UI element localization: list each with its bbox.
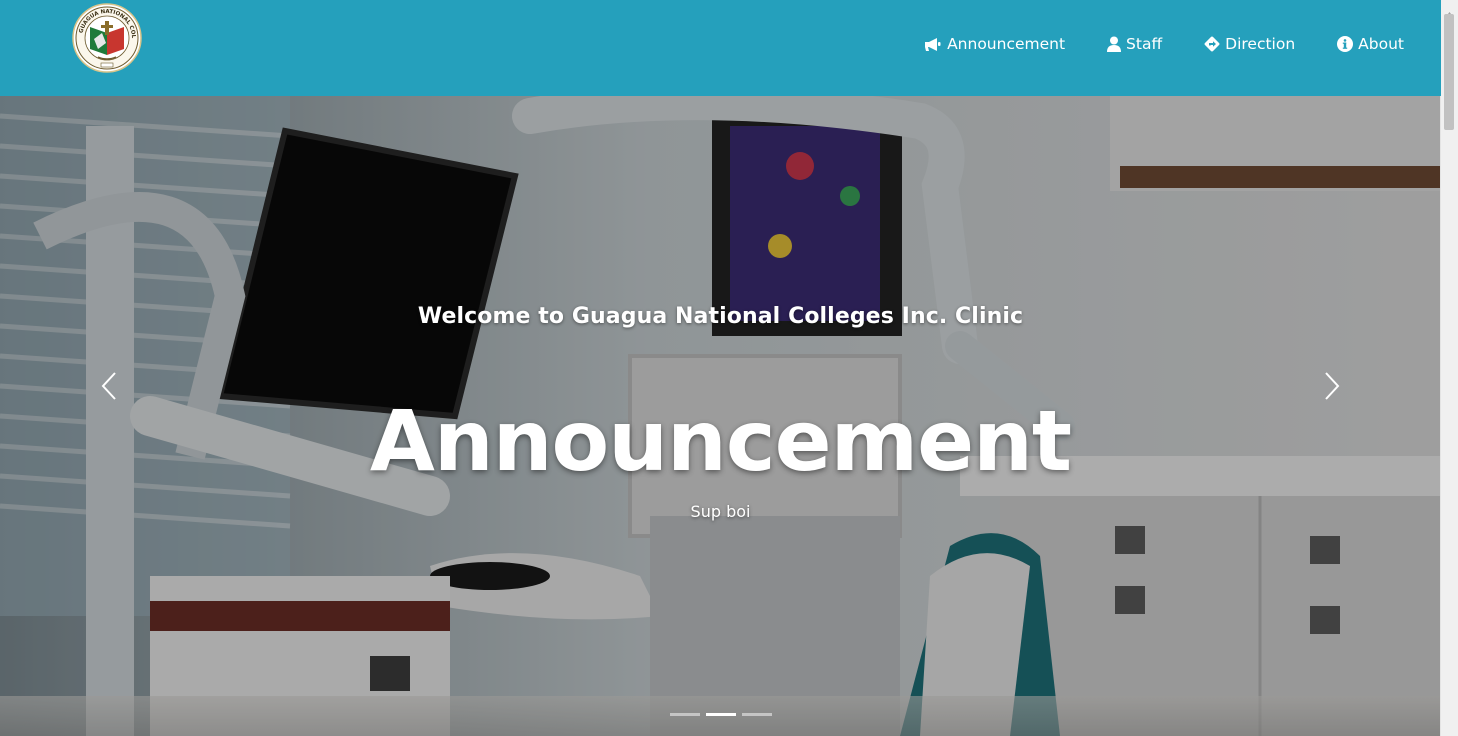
welcome-text: Welcome to Guagua National Colleges Inc.… bbox=[417, 304, 1024, 329]
slide-headline: Announcement bbox=[369, 392, 1072, 490]
nav-direction-label: Direction bbox=[1225, 35, 1296, 53]
scrollbar-thumb[interactable] bbox=[1444, 14, 1454, 130]
nav-announcement-label: Announcement bbox=[947, 35, 1066, 53]
chevron-right-icon bbox=[1323, 371, 1341, 405]
vertical-scrollbar[interactable] bbox=[1440, 0, 1458, 736]
carousel-indicator-2[interactable] bbox=[705, 713, 736, 716]
nav-direction[interactable]: Direction bbox=[1204, 35, 1295, 53]
nav-links: Announcement Staff Direction About bbox=[924, 0, 1404, 88]
top-navbar: GUAGUA NATIONAL COLLEGES INC Announcemen… bbox=[0, 0, 1441, 96]
school-logo[interactable]: GUAGUA NATIONAL COLLEGES INC bbox=[70, 0, 142, 73]
nav-announcement[interactable]: Announcement bbox=[924, 35, 1065, 53]
slide-subtext: Sup boi bbox=[690, 502, 751, 521]
carousel-next-button[interactable] bbox=[1307, 366, 1357, 410]
info-circle-icon bbox=[1337, 36, 1354, 52]
direction-sign-icon bbox=[1204, 36, 1220, 52]
carousel-prev-button[interactable] bbox=[84, 366, 134, 410]
nav-about-label: About bbox=[1358, 35, 1404, 53]
nav-staff[interactable]: Staff bbox=[1107, 35, 1162, 53]
nav-about[interactable]: About bbox=[1337, 35, 1404, 53]
carousel-indicators bbox=[0, 713, 1441, 716]
hero-carousel: Welcome to Guagua National Colleges Inc.… bbox=[0, 96, 1441, 736]
page: GUAGUA NATIONAL COLLEGES INC Announcemen… bbox=[0, 0, 1458, 736]
chevron-left-icon bbox=[100, 371, 118, 405]
carousel-indicator-1[interactable] bbox=[669, 713, 700, 716]
carousel-indicator-3[interactable] bbox=[741, 713, 772, 716]
user-icon bbox=[1107, 36, 1122, 52]
nav-staff-label: Staff bbox=[1126, 35, 1163, 53]
bullhorn-icon bbox=[924, 37, 942, 52]
